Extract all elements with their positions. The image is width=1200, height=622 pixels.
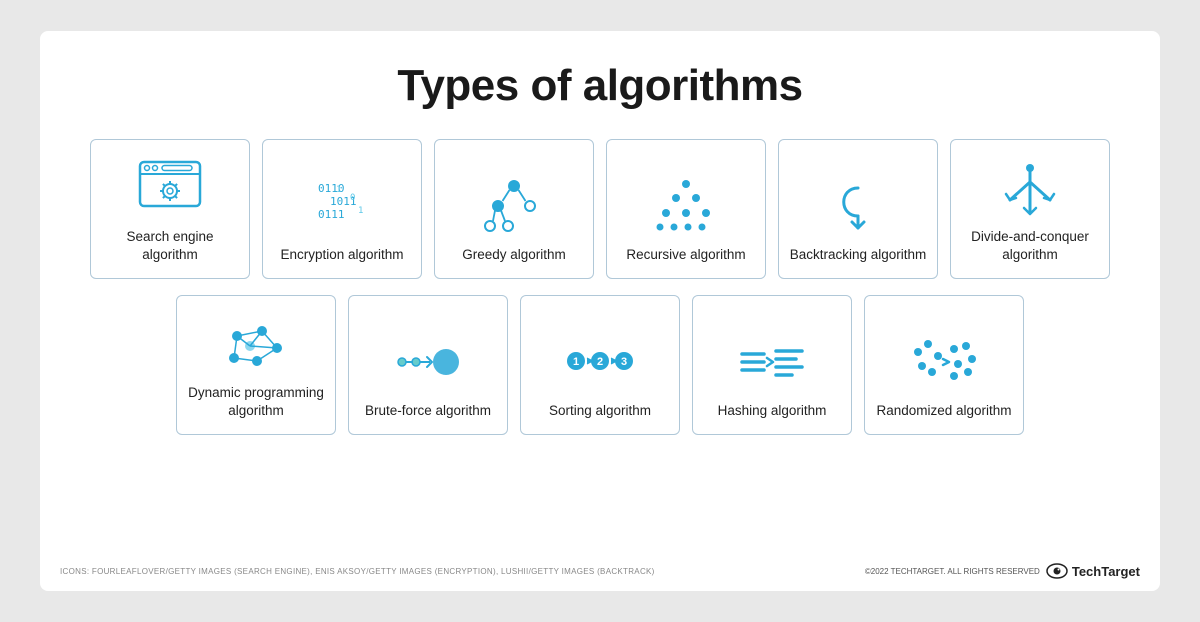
randomized-icon [909,332,979,392]
footer-credits: ICONS: FOURLEAFLOVER/GETTY IMAGES (SEARC… [60,567,655,576]
algo-brute-force: Brute-force algorithm [348,295,508,435]
algo-encryption: 0110 1011 0111 1 0 1 Encryption algorith… [262,139,422,279]
backtracking-icon [823,176,893,236]
svg-text:1: 1 [573,356,579,368]
footer-copyright: ©2022 TECHTARGET. ALL RIGHTS RESERVED Te… [865,563,1140,579]
copyright-text: ©2022 TECHTARGET. ALL RIGHTS RESERVED [865,567,1040,576]
svg-text:1: 1 [336,185,341,195]
algorithm-grid: Search engine algorithm 0110 1011 0111 1… [80,139,1120,435]
svg-text:0: 0 [350,193,355,203]
algo-divide-conquer: Divide-and-conquer algorithm [950,139,1110,279]
algo-search-engine: Search engine algorithm [90,139,250,279]
brute-force-label: Brute-force algorithm [365,402,491,420]
svg-text:1: 1 [358,206,363,216]
divide-conquer-label: Divide-and-conquer algorithm [959,228,1101,264]
row-2: Dynamic programming algorithm [80,295,1120,435]
sorting-icon: 1 2 3 [565,332,635,392]
dynamic-programming-label: Dynamic programming algorithm [185,384,327,420]
sorting-label: Sorting algorithm [549,402,651,420]
svg-text:2: 2 [597,356,603,368]
encryption-label: Encryption algorithm [280,246,403,264]
divide-conquer-icon [995,158,1065,218]
algo-greedy: Greedy algorithm [434,139,594,279]
algo-sorting: 1 2 3 Sorting algorithm [520,295,680,435]
footer: ICONS: FOURLEAFLOVER/GETTY IMAGES (SEARC… [40,563,1160,579]
algo-recursive: Recursive algorithm [606,139,766,279]
algo-randomized: Randomized algorithm [864,295,1024,435]
search-engine-label: Search engine algorithm [99,228,241,264]
search-engine-icon [135,158,205,218]
svg-text:3: 3 [621,356,627,368]
greedy-icon [479,176,549,236]
recursive-icon [651,176,721,236]
brute-force-icon [393,332,463,392]
page-title: Types of algorithms [397,61,802,111]
hashing-icon [737,332,807,392]
algo-hashing: Hashing algorithm [692,295,852,435]
techtarget-brand: TechTarget [1046,563,1140,579]
algo-dynamic-programming: Dynamic programming algorithm [176,295,336,435]
dynamic-programming-icon [221,314,291,374]
backtracking-label: Backtracking algorithm [790,246,927,264]
algo-backtracking: Backtracking algorithm [778,139,938,279]
techtarget-label: TechTarget [1072,564,1140,579]
svg-text:0111: 0111 [318,208,345,221]
encryption-icon: 0110 1011 0111 1 0 1 [307,176,377,236]
greedy-label: Greedy algorithm [462,246,566,264]
randomized-label: Randomized algorithm [876,402,1011,420]
row-1: Search engine algorithm 0110 1011 0111 1… [80,139,1120,279]
recursive-label: Recursive algorithm [626,246,745,264]
techtarget-icon [1046,563,1068,579]
main-card: Types of algorithms [40,31,1160,591]
hashing-label: Hashing algorithm [718,402,827,420]
